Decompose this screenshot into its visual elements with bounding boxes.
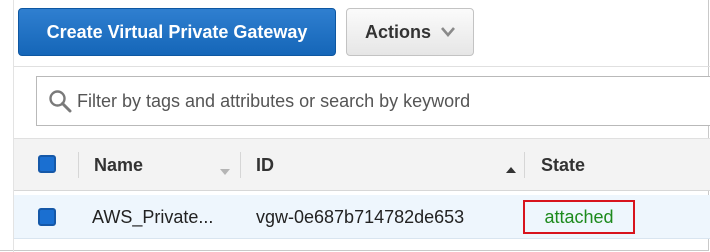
column-divider	[524, 152, 525, 178]
create-virtual-private-gateway-button[interactable]: Create Virtual Private Gateway	[18, 8, 336, 56]
column-header-name[interactable]: Name	[94, 155, 143, 176]
sort-caret-up-icon[interactable]	[506, 160, 516, 178]
actions-button-label: Actions	[364, 21, 431, 42]
column-divider	[240, 152, 241, 178]
table-header: Name ID State	[14, 138, 710, 191]
chevron-down-icon	[441, 27, 455, 37]
table-row[interactable]: AWS_Private... vgw-0e687b714782de653 att…	[14, 195, 710, 239]
cell-state: attached	[544, 206, 614, 227]
status-badge: attached	[523, 200, 635, 234]
select-all-checkbox[interactable]	[38, 155, 56, 173]
search-box[interactable]	[36, 76, 710, 126]
sort-caret-down-icon[interactable]	[220, 162, 230, 180]
actions-dropdown-button[interactable]: Actions	[346, 8, 474, 56]
cell-name: AWS_Private...	[92, 207, 214, 227]
cell-id: vgw-0e687b714782de653	[256, 207, 465, 227]
search-input[interactable]	[77, 77, 697, 125]
toolbar-divider	[14, 66, 710, 67]
search-icon	[48, 89, 72, 118]
row-select-checkbox[interactable]	[38, 208, 56, 226]
column-divider	[78, 152, 79, 178]
column-header-id[interactable]: ID	[256, 155, 274, 176]
create-button-label: Create Virtual Private Gateway	[46, 21, 308, 42]
column-header-state[interactable]: State	[541, 155, 585, 176]
